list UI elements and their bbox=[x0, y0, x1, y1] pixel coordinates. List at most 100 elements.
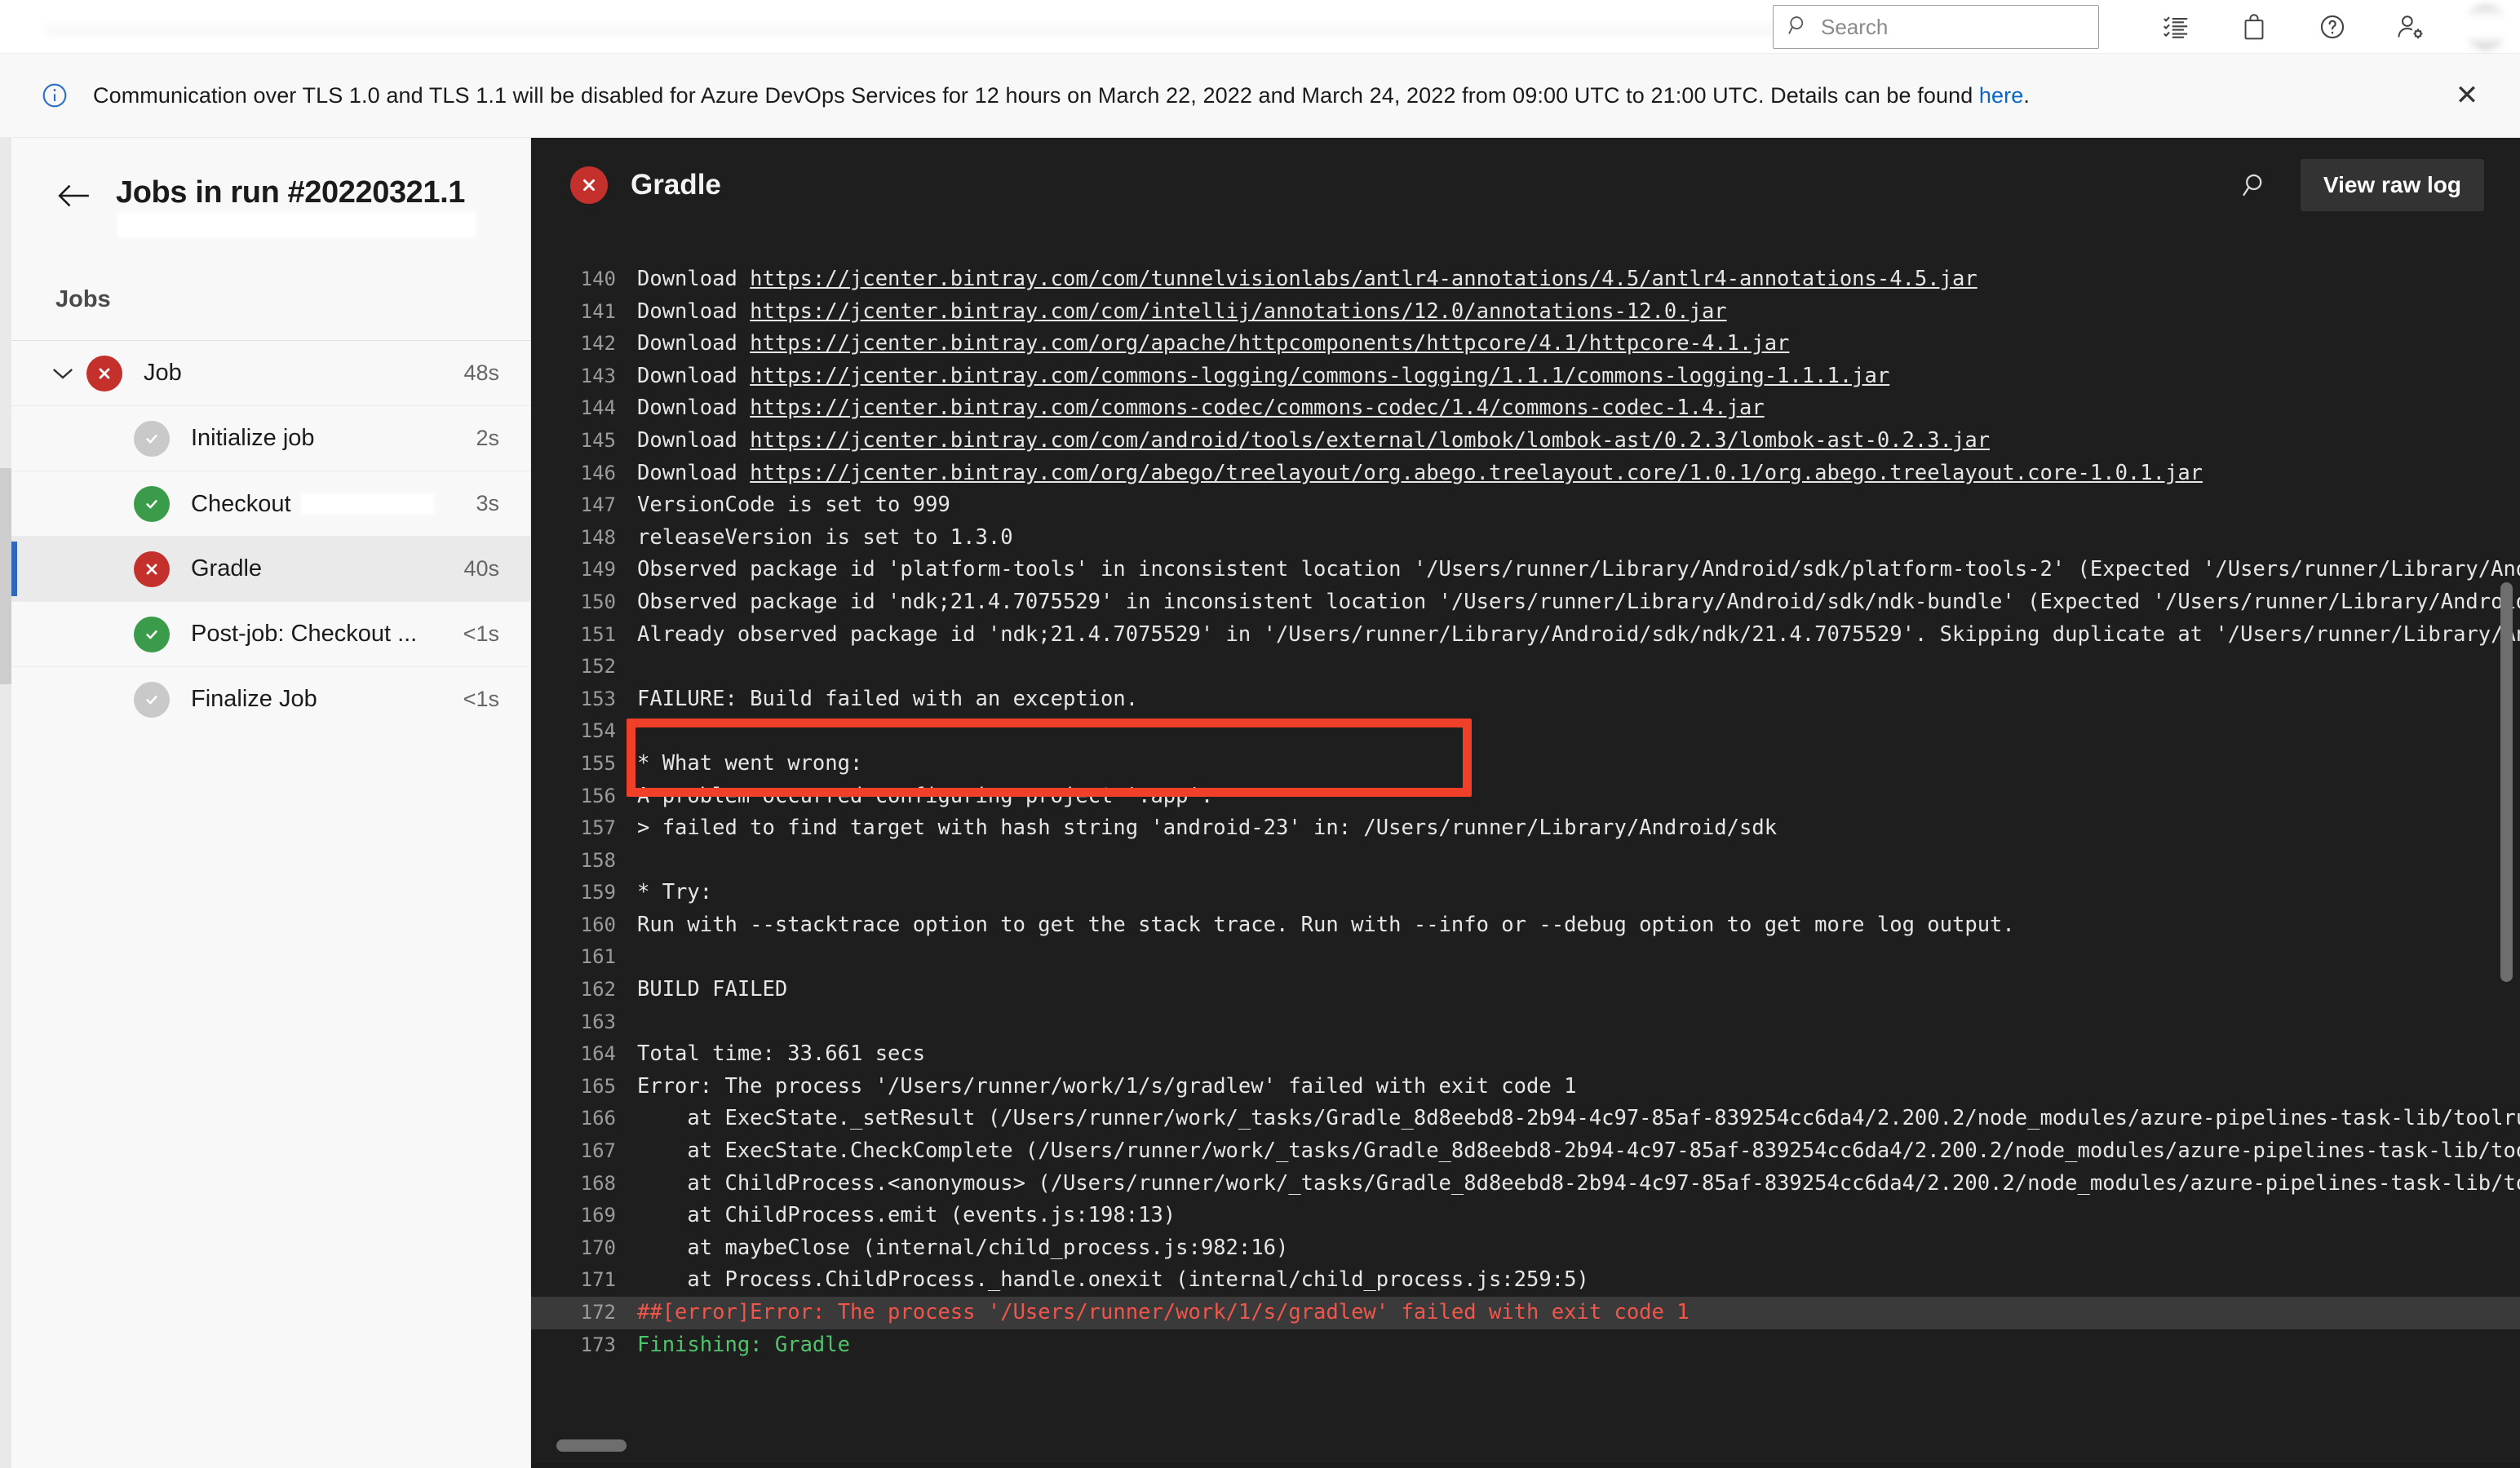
view-raw-log-button[interactable]: View raw log bbox=[2300, 158, 2484, 211]
banner-message: Communication over TLS 1.0 and TLS 1.1 w… bbox=[93, 83, 2030, 108]
log-line-number: 167 bbox=[580, 1139, 616, 1163]
log-line-number: 141 bbox=[580, 299, 616, 323]
sidebar-item-label: Initialize job bbox=[191, 425, 315, 451]
log-line-text: FAILURE: Build failed with an exception. bbox=[637, 686, 1139, 711]
log-line-number: 145 bbox=[580, 428, 616, 452]
log-line-text: at ChildProcess.<anonymous> (/Users/runn… bbox=[687, 1170, 2520, 1196]
sidebar-item-job[interactable]: Job 48s bbox=[11, 340, 530, 405]
log-vertical-scrollbar-thumb[interactable] bbox=[2500, 582, 2513, 982]
log-line-number: 161 bbox=[580, 945, 616, 969]
log-line-number: 171 bbox=[580, 1268, 616, 1292]
log-line: 145 Download https://jcenter.bintray.com/… bbox=[531, 425, 2520, 458]
log-line: 143 Download https://jcenter.bintray.com/… bbox=[531, 360, 2520, 393]
log-line: 160 Run with --stacktrace option to get t… bbox=[531, 909, 2520, 942]
banner-here-link[interactable]: here bbox=[1979, 83, 2023, 108]
jobs-list: Job 48s Initialize job 2s Checkout 3s Gr… bbox=[11, 340, 530, 732]
status-badge-skipped bbox=[134, 420, 170, 457]
log-line: 157 > failed to find target with hash str… bbox=[531, 812, 2520, 845]
top-right-actions: Search bbox=[1773, 0, 2520, 54]
log-link[interactable]: https://jcenter.bintray.com/commons-code… bbox=[750, 396, 1765, 420]
marketplace-bag-icon[interactable] bbox=[2215, 0, 2293, 54]
log-line-number: 163 bbox=[580, 1010, 616, 1033]
log-line-text: Total time: 33.661 secs bbox=[637, 1041, 926, 1067]
log-line: 150 Observed package id 'ndk;21.4.7075529… bbox=[531, 586, 2520, 619]
sidebar-item-label: Checkout bbox=[191, 490, 434, 518]
log-line: 169 at ChildProcess.emit (events.js:198:… bbox=[531, 1200, 2520, 1232]
log-line-number: 173 bbox=[580, 1333, 616, 1356]
log-line-number: 151 bbox=[580, 622, 616, 646]
search-input[interactable]: Search bbox=[1773, 5, 2099, 49]
log-line: 147 VersionCode is set to 999 bbox=[531, 489, 2520, 522]
page-scrollbar-track[interactable] bbox=[0, 138, 11, 1468]
log-body[interactable]: 140 Download https://jcenter.bintray.com/… bbox=[531, 232, 2520, 1468]
log-line-number: 142 bbox=[580, 332, 616, 356]
log-header: Gradle View raw log bbox=[531, 138, 2520, 232]
back-arrow-icon[interactable] bbox=[55, 177, 93, 214]
log-line-number: 164 bbox=[580, 1042, 616, 1066]
sidebar-item-finalize-job[interactable]: Finalize Job <1s bbox=[11, 666, 530, 732]
log-line: 164 Total time: 33.661 secs bbox=[531, 1038, 2520, 1071]
log-line-text: ##[error]Error: The process '/Users/runn… bbox=[637, 1300, 1690, 1324]
log-line-text: Download https://jcenter.bintray.com/org… bbox=[637, 460, 2203, 485]
log-line-text: Download https://jcenter.bintray.com/com… bbox=[637, 363, 1890, 388]
log-line: 165 Error: The process '/Users/runner/wor… bbox=[531, 1071, 2520, 1103]
status-badge-succeeded bbox=[134, 616, 170, 652]
log-line-number: 150 bbox=[580, 590, 616, 613]
sidebar-item-gradle[interactable]: Gradle 40s bbox=[11, 536, 530, 601]
log-line: 161 bbox=[531, 941, 2520, 974]
log-line-text: > failed to find target with hash string… bbox=[637, 816, 1778, 841]
sidebar-item-checkout[interactable]: Checkout 3s bbox=[11, 471, 530, 536]
log-line: 142 Download https://jcenter.bintray.com/… bbox=[531, 328, 2520, 360]
log-line: 151 Already observed package id 'ndk;21.4… bbox=[531, 619, 2520, 652]
log-line-number: 168 bbox=[580, 1171, 616, 1195]
log-line: 159 * Try: bbox=[531, 877, 2520, 909]
log-line: 163 bbox=[531, 1006, 2520, 1039]
log-line: 158 bbox=[531, 845, 2520, 878]
sidebar-item-post-job-checkout[interactable]: Post-job: Checkout ... <1s bbox=[11, 601, 530, 666]
log-line: 172 ##[error]Error: The process '/Users/r… bbox=[531, 1297, 2520, 1329]
log-horizontal-scrollbar-thumb[interactable] bbox=[556, 1439, 627, 1452]
log-line-text: at ExecState._setResult (/Users/runner/w… bbox=[637, 1106, 2520, 1131]
log-line: 173 Finishing: Gradle bbox=[531, 1329, 2520, 1362]
avatar[interactable] bbox=[2463, 4, 2509, 50]
log-line-number: 146 bbox=[580, 461, 616, 484]
help-question-icon[interactable] bbox=[2293, 0, 2372, 54]
close-icon[interactable]: ✕ bbox=[2450, 78, 2484, 113]
log-line-number: 149 bbox=[580, 558, 616, 581]
info-circle-icon bbox=[41, 82, 69, 109]
checklist-icon[interactable] bbox=[2137, 0, 2215, 54]
log-link[interactable]: https://jcenter.bintray.com/com/intellij… bbox=[750, 299, 1726, 324]
search-icon[interactable] bbox=[2234, 166, 2273, 205]
log-line-text: Download https://jcenter.bintray.com/com… bbox=[637, 298, 1727, 324]
log-line-number: 172 bbox=[580, 1301, 616, 1324]
page-scrollbar-thumb[interactable] bbox=[0, 468, 11, 684]
redacted-repo-name bbox=[300, 493, 434, 515]
log-line-number: 156 bbox=[580, 784, 616, 807]
log-line-number: 152 bbox=[580, 655, 616, 679]
tls-deprecation-banner: Communication over TLS 1.0 and TLS 1.1 w… bbox=[0, 54, 2520, 138]
user-settings-icon[interactable] bbox=[2372, 0, 2450, 54]
sidebar-item-initialize-job[interactable]: Initialize job 2s bbox=[11, 405, 530, 471]
log-link[interactable]: https://jcenter.bintray.com/com/tunnelvi… bbox=[750, 267, 1977, 291]
log-line-text: Error: The process '/Users/runner/work/1… bbox=[637, 1073, 1577, 1099]
sidebar-item-duration: 2s bbox=[476, 426, 499, 450]
log-link[interactable]: https://jcenter.bintray.com/org/apache/h… bbox=[750, 331, 1789, 356]
sidebar-item-duration: 3s bbox=[476, 491, 499, 515]
log-line-text: at ExecState.CheckComplete (/Users/runne… bbox=[687, 1139, 2520, 1164]
log-viewer-panel: Gradle View raw log 140 Download https://… bbox=[531, 138, 2520, 1468]
search-placeholder: Search bbox=[1821, 14, 1889, 39]
chevron-down-icon[interactable] bbox=[39, 365, 86, 382]
breadcrumb-redacted-path[interactable] bbox=[46, 20, 1783, 37]
log-link[interactable]: https://jcenter.bintray.com/com/android/… bbox=[750, 428, 1990, 453]
sidebar-header: Jobs in run #20220321.1 bbox=[11, 138, 530, 238]
log-link[interactable]: https://jcenter.bintray.com/org/abego/tr… bbox=[750, 461, 2203, 485]
log-line: 144 Download https://jcenter.bintray.com/… bbox=[531, 392, 2520, 425]
log-line-list: 140 Download https://jcenter.bintray.com/… bbox=[531, 263, 2520, 1361]
log-line-number: 144 bbox=[580, 396, 616, 420]
log-line-number: 166 bbox=[580, 1107, 616, 1130]
log-line: 167 at ExecState.CheckComplete (/Users/r… bbox=[531, 1135, 2520, 1168]
log-link[interactable]: https://jcenter.bintray.com/commons-logg… bbox=[750, 364, 1889, 388]
sidebar-item-duration: <1s bbox=[463, 621, 499, 646]
log-line-text: Observed package id 'ndk;21.4.7075529' i… bbox=[637, 589, 2520, 614]
log-line-text: releaseVersion is set to 1.3.0 bbox=[637, 524, 1013, 550]
